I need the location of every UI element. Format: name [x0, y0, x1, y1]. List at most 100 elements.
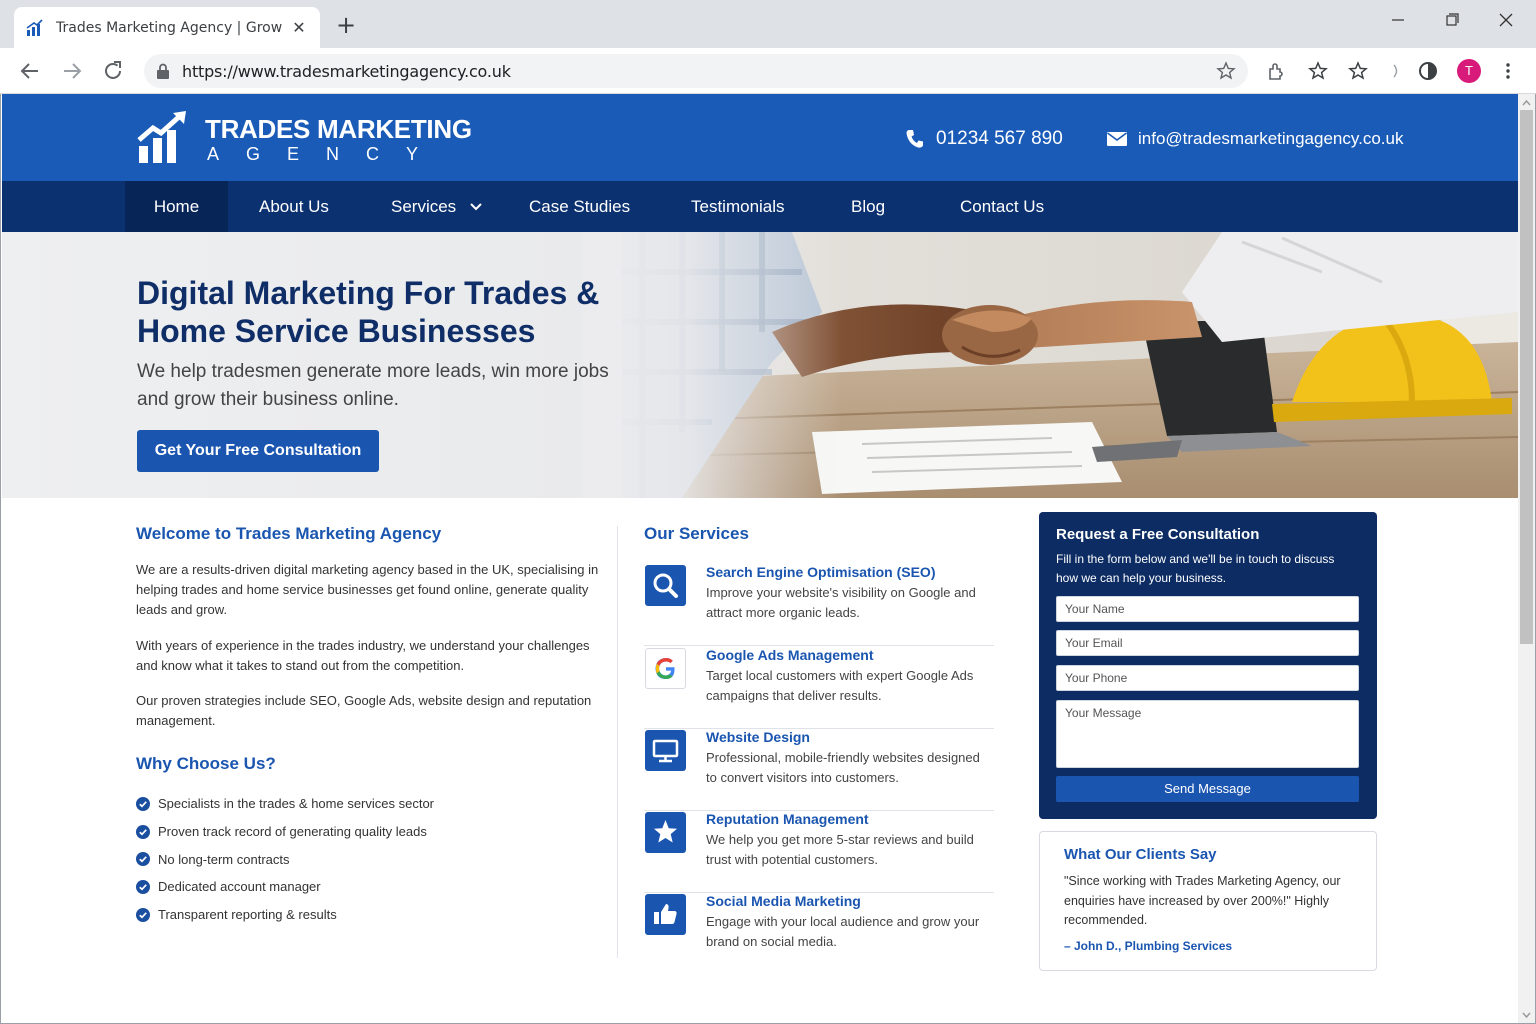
service-title[interactable]: Search Engine Optimisation (SEO) [706, 564, 935, 580]
nav-item-about-us[interactable]: About Us [259, 181, 329, 232]
logo-subline: AGENCY [207, 144, 446, 164]
free-consultation-button[interactable]: Get Your Free Consultation [137, 430, 379, 472]
nav-item-contact-us[interactable]: Contact Us [960, 181, 1044, 232]
services-title: Our Services [644, 524, 749, 543]
list-item-text: No long-term contracts [158, 851, 290, 867]
service-description: We help you get more 5-star reviews and … [706, 832, 974, 867]
nav-item-case-studies[interactable]: Case Studies [529, 181, 630, 232]
list-item: Transparent reporting & results [136, 901, 434, 929]
why-choose-us-title: Why Choose Us? [136, 754, 276, 773]
reload-icon[interactable] [101, 59, 125, 83]
list-item-text: Transparent reporting & results [158, 907, 337, 923]
header-phone[interactable]: 01234 567 890 [904, 128, 1063, 150]
welcome-paragraph: Our proven strategies include SEO, Googl… [136, 693, 592, 728]
hero-banner: Digital Marketing For Trades & Home Serv… [2, 232, 1518, 498]
list-item: Proven track record of generating qualit… [136, 818, 434, 846]
testimonial-title: What Our Clients Say [1064, 846, 1217, 863]
message-field[interactable]: Your Message [1056, 700, 1359, 768]
bookmark-star-icon[interactable] [1216, 61, 1236, 81]
chevron-right-icon[interactable] [1388, 61, 1408, 81]
restore-icon[interactable] [1440, 10, 1464, 30]
minimize-icon[interactable] [1386, 10, 1410, 30]
nav-item-home[interactable]: Home [125, 181, 228, 232]
services-section: Our Services [644, 524, 994, 544]
back-arrow-icon[interactable] [18, 59, 42, 83]
service-description: Improve your website's visibility on Goo… [706, 585, 976, 620]
email-field[interactable]: Your Email [1056, 630, 1359, 656]
chevron-down-icon [470, 203, 482, 211]
monitor-icon [645, 730, 686, 771]
service-item-google-ads[interactable]: Google Ads Management Target local custo… [644, 647, 994, 729]
form-intro: Fill in the form below and we'll be in t… [1056, 552, 1335, 585]
star-icon [645, 812, 686, 853]
star-extension-icon[interactable] [1308, 61, 1328, 81]
service-title[interactable]: Website Design [706, 729, 810, 745]
hero-title: Digital Marketing For Trades & Home Serv… [137, 275, 600, 349]
why-choose-us-list: Specialists in the trades & home service… [136, 790, 434, 928]
nav-item-services[interactable]: Services [391, 181, 483, 232]
service-description: Professional, mobile-friendly websites d… [706, 750, 980, 785]
growth-chart-logo-icon [137, 111, 186, 163]
forward-arrow-icon[interactable] [60, 59, 84, 83]
consultation-form: Request a Free Consultation Fill in the … [1039, 512, 1377, 819]
phone-field[interactable]: Your Phone [1056, 665, 1359, 691]
nav-item-blog[interactable]: Blog [851, 181, 885, 232]
service-item-seo[interactable]: Search Engine Optimisation (SEO) Improve… [644, 564, 994, 646]
address-bar[interactable]: https://www.tradesmarketingagency.co.uk [144, 54, 1248, 88]
browser-tab[interactable]: Trades Marketing Agency | Grow Your ✕ [14, 7, 320, 48]
phone-number: 01234 567 890 [936, 128, 1063, 149]
extensions-icon[interactable] [1266, 61, 1286, 81]
close-window-icon[interactable] [1494, 10, 1518, 30]
search-icon [645, 565, 686, 606]
phone-icon [906, 130, 923, 148]
envelope-icon [1107, 132, 1127, 146]
tab-close-icon[interactable]: ✕ [290, 18, 308, 38]
welcome-paragraph: With years of experience in the trades i… [136, 638, 590, 673]
lock-icon[interactable] [156, 63, 170, 79]
tab-strip: Trades Marketing Agency | Grow Your ✕ + [0, 0, 1536, 48]
nav-item-services-label: Services [391, 197, 457, 216]
reading-list-star-icon[interactable] [1348, 61, 1368, 81]
google-icon [645, 648, 686, 689]
header-email[interactable]: info@tradesmarketingagency.co.uk [1106, 129, 1403, 149]
profile-avatar[interactable]: T [1457, 59, 1481, 83]
list-item: Specialists in the trades & home service… [136, 790, 434, 818]
service-item-social-media[interactable]: Social Media Marketing Engage with your … [644, 893, 994, 975]
page-scrollbar[interactable] [1518, 94, 1535, 1023]
hero-subtitle: We help tradesmen generate more leads, w… [137, 361, 609, 410]
check-circle-icon [136, 796, 150, 811]
check-circle-icon [136, 879, 150, 894]
name-field[interactable]: Your Name [1056, 596, 1359, 622]
check-circle-icon [136, 824, 150, 839]
scrollbar-thumb[interactable] [1520, 110, 1533, 644]
testimonial-author: – John D., Plumbing Services [1064, 939, 1233, 953]
send-message-button[interactable]: Send Message [1056, 776, 1359, 802]
site-favicon-icon [26, 18, 43, 36]
service-item-website-design[interactable]: Website Design Professional, mobile-frie… [644, 729, 994, 811]
testimonial-card: What Our Clients Say "Since working with… [1039, 831, 1377, 971]
welcome-title: Welcome to Trades Marketing Agency [136, 524, 442, 543]
url-text[interactable]: https://www.tradesmarketingagency.co.uk [182, 62, 511, 81]
service-description: Target local customers with expert Googl… [706, 668, 974, 703]
new-tab-button[interactable]: + [334, 13, 358, 38]
tab-title: Trades Marketing Agency | Grow Your [56, 19, 284, 36]
list-item-text: Proven track record of generating qualit… [158, 824, 427, 840]
list-item: No long-term contracts [136, 845, 434, 873]
menu-kebab-icon[interactable] [1498, 61, 1518, 81]
nav-item-testimonials[interactable]: Testimonials [691, 181, 785, 232]
scroll-up-arrow-icon[interactable] [1518, 96, 1535, 110]
thumbs-up-icon [645, 894, 686, 935]
service-title[interactable]: Google Ads Management [706, 647, 874, 663]
page-viewport: TRADES MARKETING AGENCY 01234 567 890 in… [0, 94, 1536, 1024]
site-logo[interactable]: TRADES MARKETING AGENCY [137, 110, 472, 166]
check-circle-icon [136, 907, 150, 922]
scroll-down-arrow-icon[interactable] [1518, 1008, 1535, 1022]
service-item-reputation[interactable]: Reputation Management We help you get mo… [644, 811, 994, 893]
service-title[interactable]: Social Media Marketing [706, 893, 861, 909]
service-title[interactable]: Reputation Management [706, 811, 869, 827]
main-navigation: Home About Us Services Case Studies Test… [2, 181, 1518, 232]
column-divider [617, 526, 618, 958]
profile-sync-icon[interactable] [1418, 61, 1438, 81]
testimonial-quote: "Since working with Trades Marketing Age… [1064, 874, 1341, 927]
site-header: TRADES MARKETING AGENCY 01234 567 890 in… [2, 94, 1518, 181]
